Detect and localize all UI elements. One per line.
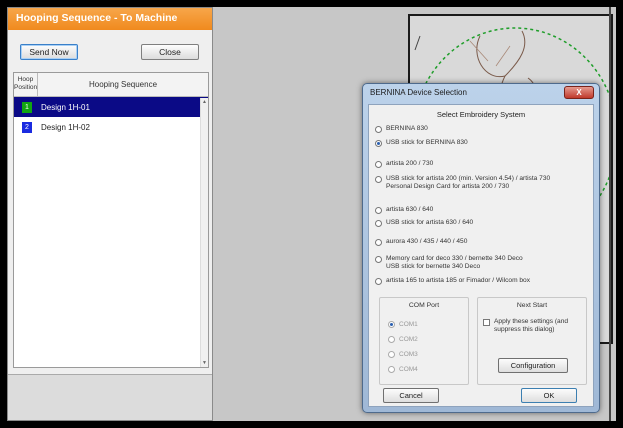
radio-button[interactable]	[375, 239, 382, 246]
option-artista-200-730[interactable]: artista 200 / 730	[375, 160, 433, 168]
send-now-button[interactable]: Send Now	[20, 44, 78, 60]
com-port-option: COM3	[388, 350, 418, 358]
com-port-title: COM Port	[408, 302, 440, 309]
radio-button[interactable]	[375, 207, 382, 214]
radio-button	[388, 351, 395, 358]
radio-button[interactable]	[375, 220, 382, 227]
cancel-button[interactable]: Cancel	[383, 388, 439, 403]
option-usb-artista-630[interactable]: USB stick for artista 630 / 640	[375, 219, 473, 227]
radio-button[interactable]	[375, 278, 382, 285]
option-usb-bernina-830[interactable]: USB stick for BERNINA 830	[375, 139, 468, 147]
hoop-number-badge: 1	[22, 101, 32, 113]
configuration-button[interactable]: Configuration	[498, 358, 568, 373]
option-artista-630-640[interactable]: artista 630 / 640	[375, 206, 433, 214]
dialog-body: Select Embroidery System BERNINA 830 USB…	[368, 104, 594, 407]
radio-button[interactable]	[375, 176, 382, 183]
scroll-up-icon[interactable]: ▲	[202, 99, 207, 105]
radio-button[interactable]	[375, 256, 382, 263]
com-port-group: COM Port COM1 COM2 COM3 COM4	[379, 297, 469, 385]
radio-button	[388, 336, 395, 343]
list-header: Hoop Position Hooping Sequence	[14, 73, 208, 97]
ok-button[interactable]: OK	[521, 388, 577, 403]
header-hoop-position: Hoop Position	[14, 73, 38, 96]
hooping-sequence-panel: Hooping Sequence - To Machine Send Now C…	[7, 7, 213, 421]
option-usb-artista-200[interactable]: USB stick for artista 200 (min. Version …	[375, 175, 550, 190]
scroll-down-icon[interactable]: ▼	[202, 360, 207, 366]
list-item[interactable]: 1 Design 1H-01	[14, 97, 208, 117]
apply-settings-checkbox[interactable]	[483, 319, 490, 326]
hoop-number-badge: 2	[22, 121, 32, 133]
embroidery-system-heading: Select Embroidery System	[436, 110, 526, 119]
design-label: Design 1H-02	[41, 122, 90, 132]
close-panel-button[interactable]: Close	[141, 44, 199, 60]
canvas-edge	[609, 7, 611, 421]
next-start-title: Next Start	[516, 302, 548, 309]
com-port-option: COM1	[388, 320, 418, 328]
option-memory-card-deco[interactable]: Memory card for deco 330 / bernette 340 …	[375, 255, 523, 270]
next-start-group: Next Start Apply these settings (and sup…	[477, 297, 587, 385]
radio-button	[388, 366, 395, 373]
radio-button-selected[interactable]	[375, 140, 382, 147]
close-icon[interactable]: X	[564, 86, 594, 99]
apply-settings-option[interactable]: Apply these settings (and suppress this …	[483, 318, 568, 333]
radio-button-selected	[388, 321, 395, 328]
panel-footer	[8, 374, 212, 420]
device-selection-dialog: BERNINA Device Selection X Select Embroi…	[362, 83, 600, 413]
com-port-option: COM2	[388, 335, 418, 343]
option-bernina-830[interactable]: BERNINA 830	[375, 125, 428, 133]
design-label: Design 1H-01	[41, 102, 90, 112]
option-artista-165-185[interactable]: artista 165 to artista 185 or Fimador / …	[375, 277, 530, 285]
radio-button[interactable]	[375, 161, 382, 168]
com-port-option: COM4	[388, 365, 418, 373]
radio-button[interactable]	[375, 126, 382, 133]
list-item[interactable]: 2 Design 1H-02	[14, 117, 208, 137]
option-aurora[interactable]: aurora 430 / 435 / 440 / 450	[375, 238, 467, 246]
panel-title: Hooping Sequence - To Machine	[8, 8, 212, 30]
desktop-screen: Hooping Sequence - To Machine Send Now C…	[7, 7, 616, 421]
hooping-sequence-list[interactable]: Hoop Position Hooping Sequence 1 Design …	[13, 72, 209, 368]
header-hooping-sequence: Hooping Sequence	[88, 80, 158, 89]
list-scrollbar[interactable]: ▲ ▼	[200, 98, 208, 367]
dialog-title: BERNINA Device Selection	[370, 88, 467, 97]
